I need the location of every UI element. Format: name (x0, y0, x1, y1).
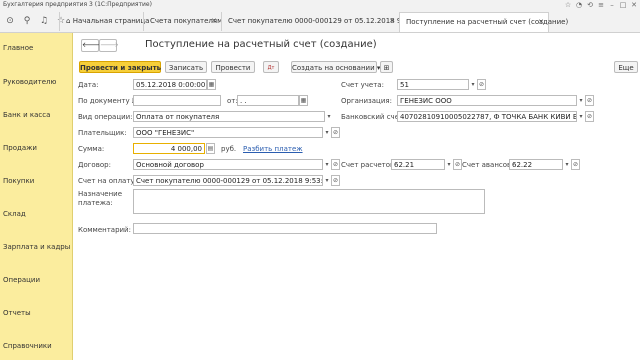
arrow-left-icon: 🡐 (82, 41, 101, 49)
attachment-button[interactable]: ⊞ (380, 61, 393, 73)
tab-bar: ⊙ ⚲ ♫ ☆ ⌂ Начальная страница Счета покуп… (0, 10, 640, 33)
sum-field[interactable]: 4 000,00 (133, 143, 205, 154)
payer-field[interactable]: ООО "ГЕНЕЗИС" (133, 127, 323, 138)
open-link-icon[interactable]: ⊘ (477, 79, 486, 90)
page-title: Поступление на расчетный счет (создание) (145, 39, 377, 50)
search-icon[interactable]: ⚲ (20, 14, 34, 28)
open-link-icon[interactable]: ⊘ (453, 159, 462, 170)
maximize-icon[interactable]: □ (619, 0, 627, 10)
bank-account-field[interactable]: 40702810910005022787, Ф ТОЧКА БАНК КИВИ … (397, 111, 577, 122)
open-link-icon[interactable]: ⊘ (585, 95, 594, 106)
sidebar-item-warehouse[interactable]: Склад (3, 210, 26, 218)
chevron-down-icon[interactable]: ▾ (323, 127, 331, 138)
calculator-icon[interactable]: ▤ (206, 143, 215, 154)
account-field[interactable]: 51 (397, 79, 469, 90)
chevron-down-icon[interactable]: ▾ (563, 159, 571, 170)
more-button[interactable]: Еще (614, 61, 638, 73)
sidebar-item-reports[interactable]: Отчеты (3, 309, 31, 317)
sections-icon[interactable]: ⊙ (3, 14, 17, 28)
favorites-icon[interactable]: ☆ (564, 0, 572, 10)
tab-receipt[interactable]: Поступление на расчетный счет (создание)… (399, 12, 568, 32)
purpose-textarea[interactable] (133, 189, 485, 214)
chevron-down-icon[interactable]: ▾ (577, 95, 585, 106)
settlement-account-field[interactable]: 62.21 (391, 159, 445, 170)
tab-home[interactable]: ⌂ Начальная страница (59, 12, 149, 31)
sidebar-item-salary[interactable]: Зарплата и кадры (3, 243, 70, 251)
sidebar-item-manager[interactable]: Руководителю (3, 78, 56, 86)
tab-invoices[interactable]: Счета покупателям ✕ (143, 12, 222, 31)
date-label: Дата: (78, 81, 99, 89)
open-link-icon[interactable]: ⊘ (571, 159, 580, 170)
open-link-icon[interactable]: ⊘ (585, 111, 594, 122)
save-button[interactable]: Записать (165, 61, 207, 73)
doc-number-label: По документу №: (78, 97, 142, 105)
sidebar-item-catalogs[interactable]: Справочники (3, 342, 52, 350)
bank-account-label: Банковский счет: (341, 113, 406, 121)
create-based-on-button[interactable]: Создать на основании ▾ (291, 61, 380, 73)
account-label: Счет учета: (341, 81, 384, 89)
calendar-icon[interactable]: ▦ (299, 95, 308, 106)
invoice-label: Счет на оплату: (78, 177, 137, 185)
invoice-field[interactable]: Счет покупателю 0000-000129 от 05.12.201… (133, 175, 323, 186)
settlement-account-label: Счет расчетов: (341, 161, 397, 169)
contract-field[interactable]: Основной договор (133, 159, 323, 170)
history-icon[interactable]: ⟲ (586, 0, 594, 10)
sidebar-item-purchases[interactable]: Покупки (3, 177, 34, 185)
bell-icon[interactable]: ◔ (575, 0, 583, 10)
close-tab-icon[interactable]: ✕ (538, 13, 544, 32)
split-payment-link[interactable]: Разбить платеж (243, 145, 303, 153)
chevron-down-icon[interactable]: ▾ (325, 111, 333, 122)
chevron-down-icon[interactable]: ▾ (323, 159, 331, 170)
calendar-icon[interactable]: ▦ (207, 79, 216, 90)
close-tab-icon[interactable]: ✕ (211, 12, 217, 31)
window-controls: ☆ ◔ ⟲ ≡ – □ ✕ (564, 0, 638, 10)
dt-kt-icon: Дт (267, 65, 275, 71)
open-link-icon[interactable]: ⊘ (331, 175, 340, 186)
menu-icon[interactable]: ≡ (597, 0, 605, 10)
comment-field[interactable] (133, 223, 437, 234)
tab-invoice[interactable]: Счет покупателю 0000-000129 от 05.12.201… (221, 12, 424, 31)
minimize-icon[interactable]: – (608, 0, 616, 10)
date-field[interactable]: 05.12.2018 0:00:00 (133, 79, 207, 90)
chevron-down-icon[interactable]: ▾ (577, 111, 585, 122)
bell-icon[interactable]: ♫ (37, 14, 51, 28)
operation-type-select[interactable]: Оплата от покупателя (133, 111, 325, 122)
app-title: Бухгалтерия предприятия 3 (1С:Предприяти… (3, 1, 152, 8)
chevron-down-icon[interactable]: ▾ (323, 175, 331, 186)
payer-label: Плательщик: (78, 129, 127, 137)
sidebar-item-main[interactable]: Главное (3, 44, 33, 52)
home-icon: ⌂ (66, 17, 71, 25)
sidebar-item-bank[interactable]: Банк и касса (3, 111, 50, 119)
paperclip-icon: ⊞ (383, 64, 390, 72)
document-form: 🡐 🡒 Поступление на расчетный счет (созда… (73, 33, 640, 360)
sum-label: Сумма: (78, 145, 105, 153)
advance-account-label: Счет авансов: (462, 161, 514, 169)
open-link-icon[interactable]: ⊘ (331, 127, 340, 138)
purpose-label: Назначение платежа: (78, 190, 123, 207)
organization-label: Организация: (341, 97, 392, 105)
post-button[interactable]: Провести (211, 61, 255, 73)
open-link-icon[interactable]: ⊘ (331, 159, 340, 170)
organization-field[interactable]: ГЕНЕЗИС ООО (397, 95, 577, 106)
arrow-right-icon: 🡒 (100, 41, 119, 49)
chevron-down-icon[interactable]: ▾ (445, 159, 453, 170)
back-button[interactable]: 🡐 (81, 39, 101, 52)
sidebar-item-operations[interactable]: Операции (3, 276, 40, 284)
close-icon[interactable]: ✕ (630, 0, 638, 10)
operation-type-label: Вид операции: (78, 113, 133, 121)
contract-label: Договор: (78, 161, 111, 169)
currency-label: руб. (221, 145, 237, 153)
post-and-close-button[interactable]: Провести и закрыть (79, 61, 161, 73)
dt-kt-button[interactable]: Дт (263, 61, 279, 73)
comment-label: Комментарий: (78, 226, 131, 234)
forward-button[interactable]: 🡒 (99, 39, 119, 52)
chevron-down-icon[interactable]: ▾ (469, 79, 477, 90)
close-tab-icon[interactable]: ✕ (389, 12, 395, 31)
sidebar-item-sales[interactable]: Продажи (3, 144, 37, 152)
doc-number-field[interactable] (133, 95, 221, 106)
advance-account-field[interactable]: 62.22 (509, 159, 563, 170)
sections-sidebar: Главное Руководителю Банк и касса Продаж… (0, 33, 73, 360)
doc-date-field[interactable]: . . (237, 95, 299, 106)
